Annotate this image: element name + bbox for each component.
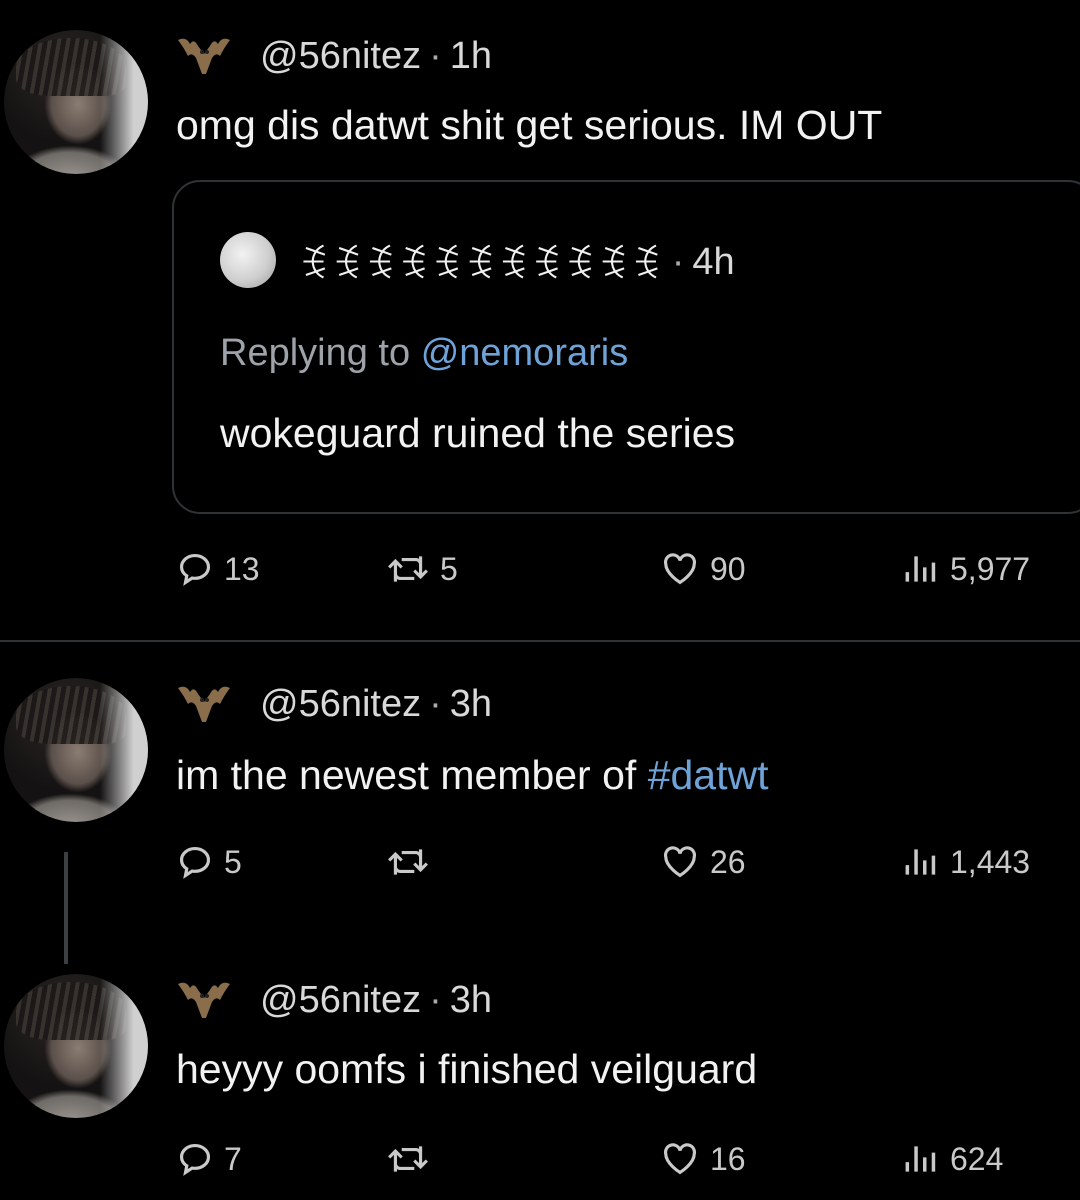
- replying-label: Replying to: [220, 332, 411, 374]
- retweet-icon: [388, 556, 428, 582]
- view-count: 624: [950, 1140, 1004, 1177]
- views-button[interactable]: 5,977: [900, 544, 1030, 594]
- tweet-text: im the newest member of #datwt: [176, 752, 769, 799]
- quoted-avatar[interactable]: [220, 232, 276, 288]
- action-bar: 5 26 1,443: [176, 837, 1080, 887]
- reply-button[interactable]: 7: [176, 1134, 242, 1184]
- retweet-button[interactable]: [386, 1134, 440, 1184]
- quoted-text: wokeguard ruined the series: [220, 410, 736, 456]
- heart-icon: [663, 846, 697, 878]
- mention-link[interactable]: @nemoraris: [421, 332, 629, 374]
- action-bar: 13 5 90 5,977: [176, 544, 1080, 594]
- reply-icon: [179, 553, 211, 586]
- heart-icon: [663, 1143, 697, 1175]
- tweet-2[interactable]: @56nitez · 3h im the newest member of #d…: [0, 642, 1080, 962]
- avatar[interactable]: [4, 30, 148, 174]
- views-button[interactable]: 624: [900, 1134, 1003, 1184]
- retweet-button[interactable]: 5: [386, 544, 458, 594]
- retweet-count: 5: [440, 550, 458, 587]
- thread-connector: [64, 852, 68, 964]
- timestamp[interactable]: 3h: [450, 979, 492, 1022]
- separator: ·: [429, 682, 442, 725]
- handle[interactable]: @56nitez: [260, 979, 421, 1022]
- timestamp[interactable]: 1h: [450, 35, 492, 78]
- replying-to: Replying to @nemoraris: [220, 332, 628, 375]
- reply-count: 5: [224, 843, 242, 880]
- reply-button[interactable]: 5: [176, 837, 242, 887]
- retweet-icon: [388, 849, 428, 875]
- avatar[interactable]: [4, 678, 148, 822]
- quoted-header: ꉂꉂꉂꉂꉂꉂꉂꉂꉂꉂꉂ · 4h: [298, 236, 735, 288]
- reply-count: 7: [224, 1140, 242, 1177]
- retweet-icon: [388, 1146, 428, 1172]
- views-icon: [905, 556, 936, 582]
- retweet-button[interactable]: [386, 837, 440, 887]
- bat-icon: [178, 38, 230, 74]
- view-count: 1,443: [950, 843, 1031, 880]
- separator: ·: [429, 34, 442, 77]
- tweet-header: @56nitez · 3h: [176, 974, 492, 1026]
- timestamp[interactable]: 3h: [450, 683, 492, 726]
- like-button[interactable]: 90: [660, 544, 746, 594]
- tweet-3[interactable]: @56nitez · 3h heyyy oomfs i finished vei…: [0, 962, 1080, 1200]
- quoted-tweet[interactable]: ꉂꉂꉂꉂꉂꉂꉂꉂꉂꉂꉂ · 4h Replying to @nemoraris …: [172, 180, 1080, 514]
- reply-icon: [179, 846, 211, 879]
- tweet-header: @56nitez · 3h: [176, 678, 492, 730]
- separator: ·: [671, 240, 685, 283]
- like-count: 26: [710, 843, 746, 880]
- views-icon: [905, 849, 936, 875]
- reply-icon: [179, 1143, 211, 1176]
- hashtag-link[interactable]: #datwt: [648, 752, 769, 798]
- tweet-header: @56nitez · 1h: [176, 30, 492, 82]
- reply-button[interactable]: 13: [176, 544, 260, 594]
- avatar[interactable]: [4, 974, 148, 1118]
- heart-icon: [663, 553, 697, 585]
- like-count: 16: [710, 1140, 746, 1177]
- tweet-1[interactable]: @56nitez · 1h omg dis datwt shit get ser…: [0, 0, 1080, 640]
- quoted-timestamp[interactable]: 4h: [692, 241, 734, 284]
- handle[interactable]: @56nitez: [260, 35, 421, 78]
- views-icon: [905, 1146, 936, 1172]
- handle[interactable]: @56nitez: [260, 683, 421, 726]
- view-count: 5,977: [950, 550, 1031, 587]
- tweet-text-body: im the newest member of: [176, 752, 648, 798]
- like-button[interactable]: 26: [660, 837, 746, 887]
- views-button[interactable]: 1,443: [900, 837, 1030, 887]
- like-button[interactable]: 16: [660, 1134, 746, 1184]
- reply-count: 13: [224, 550, 260, 587]
- bat-icon: [178, 686, 230, 722]
- tweet-text: omg dis datwt shit get serious. IM OUT: [176, 102, 883, 148]
- bat-icon: [178, 982, 230, 1018]
- quoted-display-name[interactable]: ꉂꉂꉂꉂꉂꉂꉂꉂꉂꉂꉂ: [298, 236, 664, 289]
- action-bar: 7 16 624: [176, 1134, 1080, 1184]
- tweet-text: heyyy oomfs i finished veilguard: [176, 1046, 758, 1092]
- like-count: 90: [710, 550, 746, 587]
- separator: ·: [429, 978, 442, 1021]
